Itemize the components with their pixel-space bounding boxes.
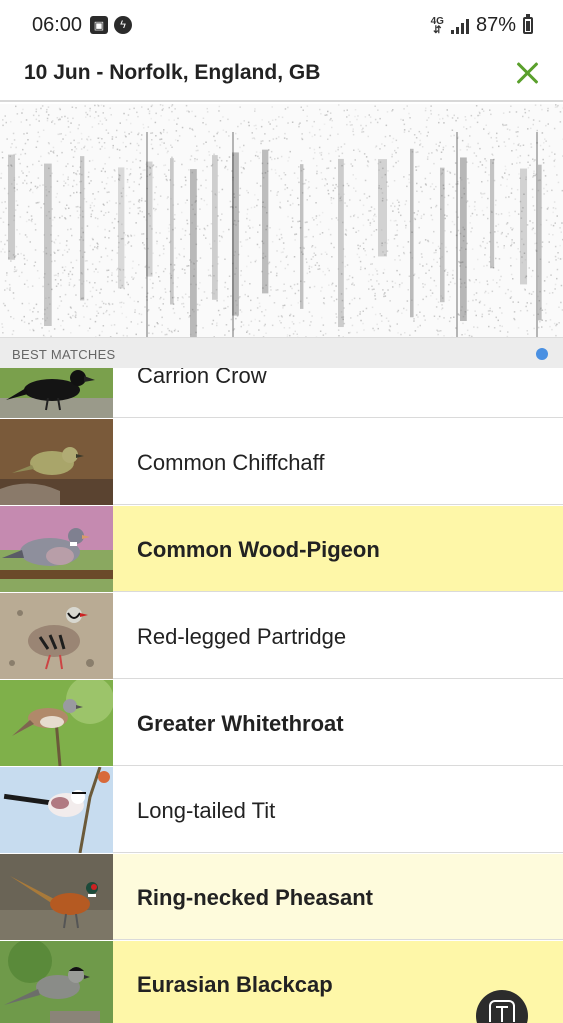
list-item[interactable]: Common Chiffchaff bbox=[0, 419, 563, 505]
notification-icons: ▣ ϟ bbox=[90, 16, 132, 34]
whitethroat-photo bbox=[0, 680, 113, 766]
spectrogram[interactable] bbox=[0, 104, 563, 337]
chiffchaff-photo bbox=[0, 419, 113, 505]
spectrogram-graphic bbox=[0, 104, 563, 337]
section-label: BEST MATCHES bbox=[12, 347, 116, 362]
battery-percent: 87% bbox=[475, 14, 516, 36]
list-item[interactable]: Long-tailed Tit bbox=[0, 767, 563, 853]
battery-icon bbox=[523, 14, 533, 34]
status-time: 06:00 bbox=[32, 14, 83, 36]
species-name: Red-legged Partridge bbox=[137, 624, 347, 649]
list-item[interactable]: Carrion Crow bbox=[0, 368, 563, 418]
wood-pigeon-photo bbox=[0, 506, 113, 592]
list-item[interactable]: Ring-necked Pheasant bbox=[0, 854, 563, 940]
long-tailed-tit-photo bbox=[0, 767, 113, 853]
species-name: Common Wood-Pigeon bbox=[137, 537, 380, 562]
list-item[interactable]: Red-legged Partridge bbox=[0, 593, 563, 679]
list-item[interactable]: Greater Whitethroat bbox=[0, 680, 563, 766]
species-name: Eurasian Blackcap bbox=[137, 972, 333, 997]
messenger-icon: ϟ bbox=[114, 16, 132, 34]
pheasant-photo bbox=[0, 854, 113, 940]
species-name: Greater Whitethroat bbox=[137, 711, 344, 736]
species-name: Long-tailed Tit bbox=[137, 798, 276, 823]
signal-icon bbox=[450, 18, 469, 34]
gallery-icon: ▣ bbox=[90, 16, 108, 34]
list-item[interactable]: Common Wood-Pigeon bbox=[0, 506, 563, 592]
status-indicators: 4G ⇵ 87% bbox=[431, 14, 533, 37]
carrion-crow-photo bbox=[0, 368, 113, 418]
network-icon: 4G ⇵ bbox=[430, 15, 444, 36]
text-recognition-icon bbox=[489, 1000, 515, 1022]
status-dot bbox=[536, 348, 548, 360]
species-name: Ring-necked Pheasant bbox=[137, 885, 373, 910]
close-icon[interactable] bbox=[513, 59, 541, 87]
matches-list[interactable]: Carrion Crow Common Chiffchaff Common Wo… bbox=[0, 368, 563, 1023]
status-bar: 06:00 ▣ ϟ 4G ⇵ 87% bbox=[0, 0, 563, 52]
blackcap-photo bbox=[0, 941, 113, 1023]
species-name: Common Chiffchaff bbox=[137, 450, 325, 475]
best-matches-header: BEST MATCHES bbox=[0, 337, 563, 368]
app-header: 10 Jun - Norfolk, England, GB bbox=[0, 52, 563, 102]
species-name: Carrion Crow bbox=[137, 368, 267, 388]
page-title: 10 Jun - Norfolk, England, GB bbox=[24, 61, 321, 84]
partridge-photo bbox=[0, 593, 113, 679]
